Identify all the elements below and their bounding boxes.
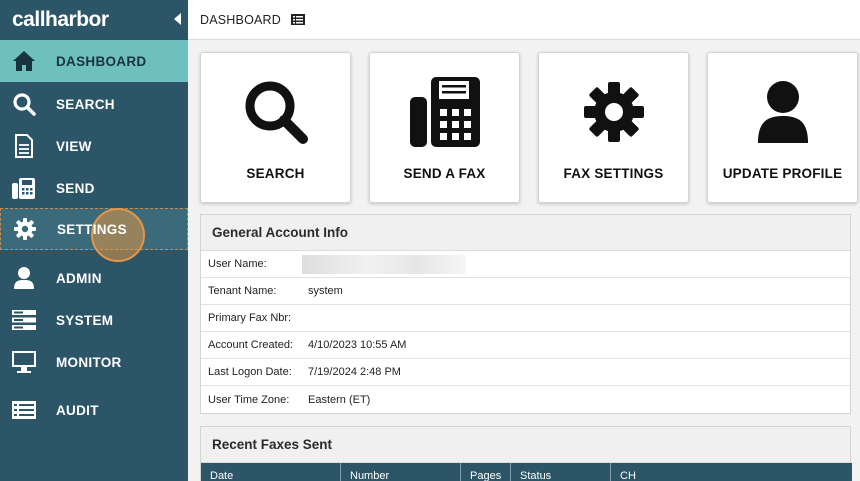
tile-label: UPDATE PROFILE [722,166,843,181]
sidebar-item-admin[interactable]: ADMIN [0,257,188,299]
sidebar-item-label: VIEW [56,138,92,154]
tile-label: SEND A FAX [403,166,486,181]
info-row-primary-fax: Primary Fax Nbr: [201,305,850,332]
sidebar-item-view[interactable]: VIEW [0,125,188,167]
fax-icon [370,75,519,149]
fax-settings-tile[interactable]: FAX SETTINGS [538,52,689,203]
panel-title: Recent Faxes Sent [201,427,850,463]
sidebar-item-search[interactable]: SEARCH [0,83,188,125]
column-header-number[interactable]: Number [341,463,461,481]
breadcrumb: DASHBOARD [200,12,281,27]
server-icon [11,307,37,333]
home-icon [11,48,37,74]
sidebar-item-label: AUDIT [56,402,99,418]
info-value: Eastern (ET) [308,393,371,406]
column-header-pages[interactable]: Pages [461,463,511,481]
user-icon [708,75,857,149]
callharbor-logo[interactable]: callharbor [12,8,109,32]
sidebar-item-dashboard[interactable]: DASHBOARD [0,40,188,82]
info-label: Last Logon Date: [208,366,292,378]
info-value: 4/10/2023 10:55 AM [308,339,407,351]
info-label: Primary Fax Nbr: [208,312,292,324]
document-icon [11,133,37,159]
info-row-tenant-name: Tenant Name: system [201,278,850,305]
update-profile-tile[interactable]: UPDATE PROFILE [707,52,858,203]
column-header-ch[interactable]: CH [611,463,852,481]
info-label: Tenant Name: [208,285,277,297]
recent-faxes-panel: Recent Faxes Sent Date Number Pages Stat… [200,426,852,481]
user-icon [11,265,37,291]
sidebar-item-label: MONITOR [56,354,122,370]
send-fax-tile[interactable]: SEND A FAX [369,52,520,203]
tile-label: SEARCH [246,166,305,181]
sidebar-item-monitor[interactable]: MONITOR [0,341,188,383]
gear-icon [12,216,38,242]
account-info-panel: General Account Info User Name: Tenant N… [200,214,851,414]
info-row-time-zone: User Time Zone: Eastern (ET) [201,386,850,413]
list-icon [11,397,37,423]
info-row-last-logon: Last Logon Date: 7/19/2024 2:48 PM [201,359,850,386]
info-row-account-created: Account Created: 4/10/2023 10:55 AM [201,332,850,359]
sidebar-item-label: SEARCH [56,96,115,112]
monitor-icon [11,349,37,375]
gear-icon [539,75,688,149]
table-header: Date Number Pages Status CH [201,463,852,481]
column-header-status[interactable]: Status [511,463,611,481]
redacted-value [302,255,466,274]
search-icon [201,75,350,149]
info-label: User Time Zone: [208,393,290,406]
sidebar-item-label: DASHBOARD [56,53,147,69]
collapse-sidebar-icon[interactable] [174,13,181,25]
tile-label: FAX SETTINGS [563,166,664,181]
list-icon[interactable] [290,14,305,25]
sidebar: callharbor DASHBOARD SEARCH VIEW SEND SE… [0,0,188,481]
header-bar: DASHBOARD [188,0,860,40]
sidebar-item-system[interactable]: SYSTEM [0,299,188,341]
info-label: Account Created: [208,339,293,351]
sidebar-item-label: ADMIN [56,270,102,286]
search-tile[interactable]: SEARCH [200,52,351,203]
panel-title: General Account Info [201,215,850,251]
sidebar-item-label: SYSTEM [56,312,114,328]
sidebar-item-label: SEND [56,180,95,196]
info-value: 7/19/2024 2:48 PM [308,366,401,378]
sidebar-item-audit[interactable]: AUDIT [0,389,188,431]
info-row-user-name: User Name: [201,251,850,278]
search-icon [11,91,37,117]
info-label: User Name: [208,258,267,270]
sidebar-item-settings[interactable]: SETTINGS [0,208,188,262]
info-value: system [308,285,343,297]
sidebar-item-send[interactable]: SEND [0,167,188,209]
logo-bar: callharbor [0,0,188,40]
sidebar-item-label: SETTINGS [57,221,127,237]
column-header-date[interactable]: Date [201,463,341,481]
fax-icon [11,175,37,201]
